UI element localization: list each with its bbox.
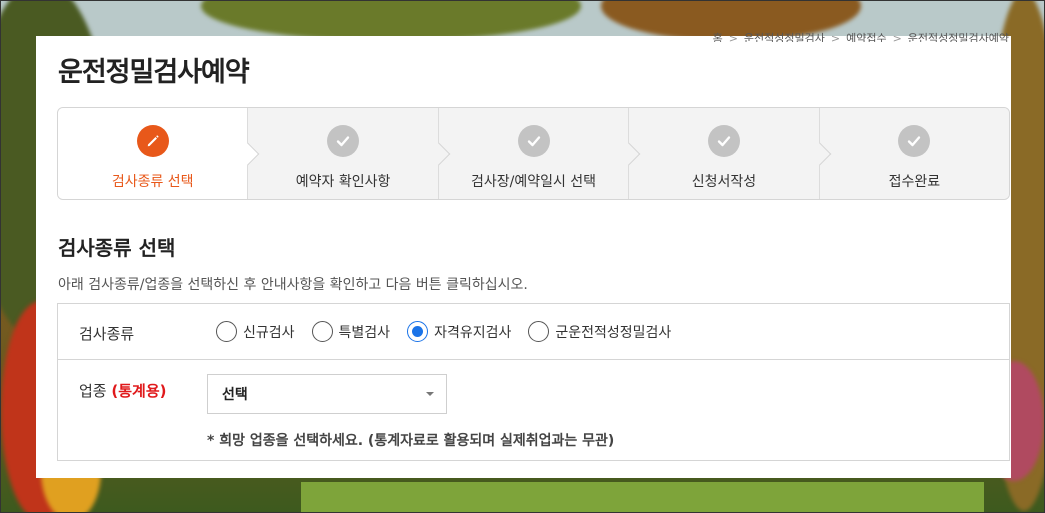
step-label: 예약자 확인사항 xyxy=(295,174,391,190)
breadcrumb: 홈 > 운전적성정밀검사 > 예약접수 > 운전적성정밀검사예약 xyxy=(713,30,1009,42)
radio-button[interactable] xyxy=(216,321,237,342)
radio-button[interactable] xyxy=(311,321,333,342)
content-panel: 홈 > 운전적성정밀검사 > 예약접수 > 운전적성정밀검사예약 운전정밀검사예약 검사종류… xyxy=(36,32,1011,478)
check-icon xyxy=(707,125,740,157)
chevron-down-icon xyxy=(426,392,434,396)
radio-button-selected[interactable] xyxy=(407,321,429,342)
step-label: 검사장/예약일시 선택 xyxy=(470,174,597,190)
step-complete: 접수완료 xyxy=(819,108,1009,199)
exam-type-row: 검사종류 신규검사 특별검사 자격유지검사 군운전적성정밀검사 xyxy=(58,304,1009,360)
industry-select[interactable]: 선택 xyxy=(207,374,447,414)
section-description: 아래 검사종류/업종을 선택하신 후 안내사항을 확인하고 다음 버튼 클릭하십… xyxy=(58,277,528,293)
radio-label: 특별검사 xyxy=(338,324,391,341)
radio-label: 신규검사 xyxy=(243,324,295,341)
radio-special-exam[interactable]: 특별검사 xyxy=(311,321,391,342)
industry-row: 업종 (통계용) 선택 * 희망 업종을 선택하세요. (통계자료로 활용되며 … xyxy=(58,360,1009,460)
step-place-datetime: 검사장/예약일시 선택 xyxy=(438,108,641,199)
industry-select-value: 선택 xyxy=(222,387,248,403)
step-exam-type: 검사종류 선택 xyxy=(58,108,260,199)
page-title: 운전정밀검사예약 xyxy=(58,57,250,88)
breadcrumb-item[interactable]: 운전적성정밀검사 xyxy=(744,32,825,42)
check-icon xyxy=(327,125,360,157)
exam-type-radio-group: 신규검사 특별검사 자격유지검사 군운전적성정밀검사 xyxy=(216,321,688,342)
breadcrumb-item[interactable]: 예약접수 xyxy=(846,32,886,42)
industry-label-note: (통계용) xyxy=(111,382,167,400)
check-icon xyxy=(898,125,931,157)
exam-form: 검사종류 신규검사 특별검사 자격유지검사 군운전적성정밀검사 업종 (통계용)… xyxy=(57,303,1010,461)
industry-label: 업종 (통계용) xyxy=(79,380,167,401)
breadcrumb-home[interactable]: 홈 xyxy=(713,32,723,42)
pencil-icon xyxy=(136,125,169,157)
step-label: 검사종류 선택 xyxy=(111,174,194,190)
section-title: 검사종류 선택 xyxy=(58,236,176,260)
radio-button[interactable] xyxy=(528,321,550,342)
step-progress: 검사종류 선택 예약자 확인사항 검사장/예약일시 선택 신청서작성 접수완료 xyxy=(57,107,1010,200)
step-reserver-check: 예약자 확인사항 xyxy=(248,108,451,199)
industry-label-text: 업종 xyxy=(79,382,107,400)
step-application: 신청서작성 xyxy=(629,108,831,199)
exam-type-label: 검사종류 xyxy=(79,325,135,343)
breadcrumb-current: 운전적성정밀검사예약 xyxy=(907,32,1009,42)
radio-new-exam[interactable]: 신규검사 xyxy=(216,321,295,342)
radio-military-exam[interactable]: 군운전적성정밀검사 xyxy=(528,321,671,342)
step-label: 신청서작성 xyxy=(691,174,757,190)
radio-label: 군운전적성정밀검사 xyxy=(555,324,672,341)
step-label: 접수완료 xyxy=(888,174,941,190)
check-icon xyxy=(517,125,550,157)
industry-hint: * 희망 업종을 선택하세요. (통계자료로 활용되며 실제취업과는 무관) xyxy=(207,433,615,449)
radio-label: 자격유지검사 xyxy=(434,324,512,341)
radio-qualification-exam[interactable]: 자격유지검사 xyxy=(407,321,511,342)
